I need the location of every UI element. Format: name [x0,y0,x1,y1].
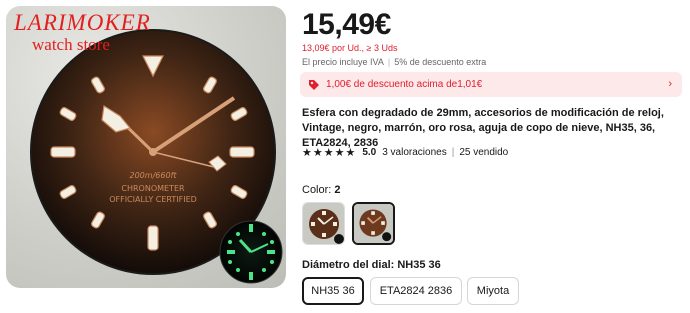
dial-line2-text: OFFICIALLY CERTIFIED [109,195,197,204]
color-swatch-1[interactable] [302,202,345,245]
color-label-text: Color: [302,184,332,196]
rating-row[interactable]: ★★★★★ 5.0 3 valoraciones | 25 vendido [302,146,508,159]
dial-depth-text: 200m/660ft [130,171,178,180]
reviews-count[interactable]: 3 valoraciones [382,147,446,158]
extra-discount-note: 5% de descuento extra [394,57,487,67]
divider: | [387,57,391,67]
color-swatch-2[interactable] [352,202,395,245]
dial-line1-text: CHRONOMETER [121,184,185,193]
brand-subtitle: watch store [32,35,110,54]
coupon-text: 1,00€ de descuento acima de1,01€ [326,79,483,90]
divider: | [451,147,455,158]
swatch-dial-thumbnail [354,204,393,243]
option-nh35-36[interactable]: NH35 36 [302,277,364,305]
tax-info: El precio incluye IVA | 5% de descuento ex… [302,57,486,67]
brand-name: LARIMOKER [14,10,151,35]
tag-icon [309,79,319,90]
tax-note: El precio incluye IVA [302,57,384,67]
dial-diameter-label: Diámetro del dial: NH35 36 [302,259,441,271]
coupon-bar[interactable]: 1,00€ de descuento acima de1,01€ › [300,72,682,97]
color-label: Color: 2 [302,184,341,196]
brand-watermark: LARIMOKER watch store [14,10,151,54]
rating-score: 5.0 [362,147,377,158]
star-rating-icon: ★★★★★ [302,147,357,159]
color-value: 2 [334,184,341,196]
product-main-image[interactable]: 200m/660ft CHRONOMETER OFFICIALLY CERTIF… [6,6,286,288]
option-miyota[interactable]: Miyota [467,277,519,305]
product-title: Esfera con degradado de 29mm, accesorios… [302,107,664,149]
bulk-price: 13,09€ por Ud., ≥ 3 Uds [302,43,398,53]
option-eta2824-2836[interactable]: ETA2824 2836 [370,277,462,305]
price-main: 15,49€ [302,8,391,41]
chevron-right-icon: › [668,78,672,90]
swatch-dial-thumbnail [303,203,344,244]
sold-count: 25 vendido [459,147,509,158]
